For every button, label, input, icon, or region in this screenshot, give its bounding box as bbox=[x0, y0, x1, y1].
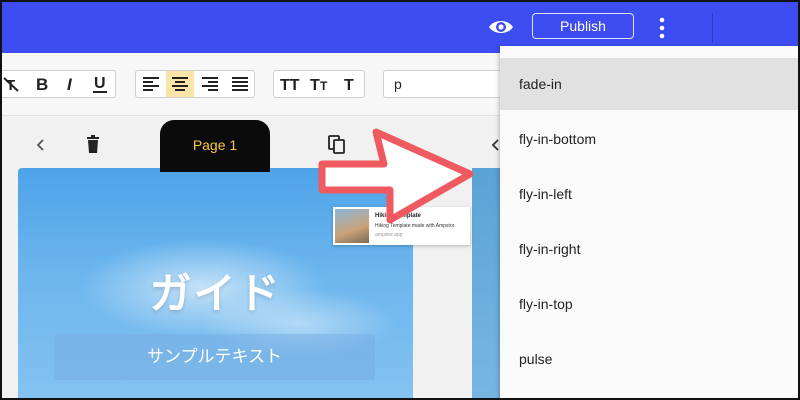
page-title[interactable]: ガイド bbox=[18, 260, 413, 321]
publish-button[interactable]: Publish bbox=[532, 13, 634, 39]
underline-icon[interactable]: U bbox=[86, 71, 114, 97]
menu-item-fly-in-left[interactable]: fly-in-left bbox=[500, 168, 798, 220]
menu-item-fly-in-top[interactable]: fly-in-top bbox=[500, 278, 798, 330]
clear-format-icon[interactable]: T bbox=[2, 71, 27, 97]
svg-text:I: I bbox=[67, 75, 73, 93]
animation-dropdown: fade-in fly-in-bottom fly-in-left fly-in… bbox=[500, 46, 798, 398]
text-size-small-icon[interactable]: T bbox=[336, 71, 364, 97]
svg-text:T: T bbox=[310, 77, 320, 93]
svg-text:T: T bbox=[320, 79, 328, 93]
align-left-icon[interactable] bbox=[137, 71, 165, 97]
align-center-icon[interactable] bbox=[166, 71, 194, 97]
more-vert-icon[interactable] bbox=[654, 14, 670, 42]
toolbar-divider bbox=[712, 13, 713, 43]
text-size-large-icon[interactable]: TT bbox=[276, 71, 304, 97]
menu-item-fly-in-bottom[interactable]: fly-in-bottom bbox=[500, 113, 798, 165]
text-size-medium-icon[interactable]: TT bbox=[306, 71, 334, 97]
chevron-left-icon[interactable] bbox=[490, 136, 500, 154]
delete-page-icon[interactable] bbox=[84, 135, 102, 155]
italic-icon[interactable]: I bbox=[57, 71, 85, 97]
annotation-arrow-icon bbox=[318, 120, 480, 228]
svg-text:U: U bbox=[94, 75, 106, 92]
chevron-left-icon[interactable] bbox=[32, 136, 50, 154]
menu-item-fly-in-right[interactable]: fly-in-right bbox=[500, 223, 798, 275]
menu-item-fade-in[interactable]: fade-in bbox=[500, 58, 798, 110]
text-size-group: TT TT T bbox=[273, 70, 365, 98]
svg-text:TT: TT bbox=[280, 77, 300, 93]
align-right-icon[interactable] bbox=[196, 71, 224, 97]
svg-text:T: T bbox=[344, 77, 354, 93]
preview-eye-icon[interactable] bbox=[486, 14, 516, 40]
text-style-group: T B I U bbox=[2, 70, 116, 98]
bold-icon[interactable]: B bbox=[28, 71, 56, 97]
align-justify-icon[interactable] bbox=[226, 71, 254, 97]
alignment-group bbox=[135, 70, 255, 98]
svg-text:B: B bbox=[36, 75, 48, 93]
app-window: Publish T B I bbox=[0, 0, 800, 400]
tab-page-1[interactable]: Page 1 bbox=[160, 120, 270, 172]
preview-url: ampstor.app bbox=[375, 232, 403, 238]
menu-item-pulse[interactable]: pulse bbox=[500, 333, 798, 385]
page-subtitle[interactable]: サンプルテキスト bbox=[54, 334, 375, 380]
